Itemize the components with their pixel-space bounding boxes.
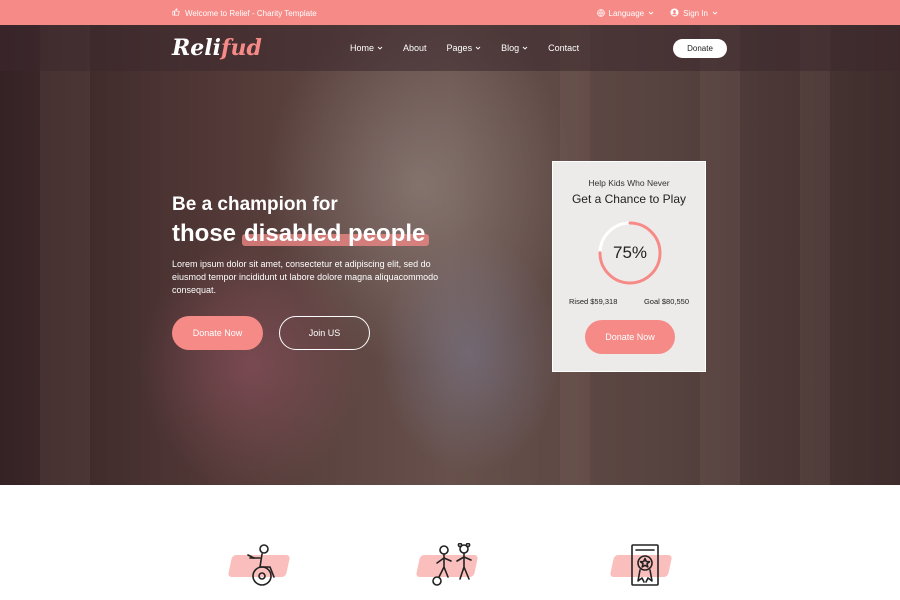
menu-label: Home bbox=[350, 43, 375, 53]
main-navbar: Reli fud Home About Pages Blog Contact bbox=[0, 25, 900, 71]
chevron-down-icon bbox=[522, 43, 528, 53]
chevron-down-icon bbox=[648, 9, 654, 18]
chevron-down-icon bbox=[475, 43, 481, 53]
kids-playing-icon bbox=[432, 543, 472, 586]
sign-in-link[interactable]: Sign In bbox=[670, 8, 718, 19]
menu-label: Pages bbox=[446, 43, 473, 53]
menu-item-home[interactable]: Home bbox=[350, 43, 383, 53]
feature-wheelchair bbox=[227, 543, 291, 593]
donation-card: Help Kids Who Never Get a Chance to Play… bbox=[552, 161, 706, 372]
menu-item-about[interactable]: About bbox=[403, 43, 427, 53]
menu-label: Contact bbox=[548, 43, 580, 53]
menu-label: Blog bbox=[501, 43, 520, 53]
card-donate-now-button[interactable]: Donate Now bbox=[585, 320, 675, 354]
globe-icon bbox=[596, 8, 605, 19]
feature-certificate bbox=[609, 543, 673, 593]
hero-banner bbox=[0, 25, 900, 485]
menu-item-contact[interactable]: Contact bbox=[548, 43, 579, 53]
welcome-text: Welcome to Relief - Charity Template bbox=[185, 8, 317, 18]
thumbs-up-icon bbox=[172, 8, 180, 18]
logo-main: Reli bbox=[172, 35, 221, 61]
hero-heading: Be a champion for those disabled people bbox=[172, 194, 430, 248]
site-logo[interactable]: Reli fud bbox=[172, 35, 262, 61]
sign-in-label: Sign In bbox=[683, 9, 708, 18]
menu-item-blog[interactable]: Blog bbox=[501, 43, 528, 53]
donate-button[interactable]: Donate bbox=[673, 39, 727, 58]
hero-title-highlight: disabled people bbox=[242, 220, 430, 248]
hero-description: Lorem ipsum dolor sit amet, consectetur … bbox=[172, 259, 439, 295]
hero-title-line2: those disabled people bbox=[172, 220, 430, 248]
goal-amount: Goal $80,550 bbox=[643, 297, 689, 306]
progress-percent: 75% bbox=[612, 243, 648, 262]
wheelchair-icon bbox=[247, 544, 275, 586]
card-title: Get a Chance to Play bbox=[571, 192, 687, 206]
highlight-text: disabled people bbox=[244, 220, 426, 247]
donate-now-button[interactable]: Donate Now bbox=[172, 316, 263, 350]
menu-item-pages[interactable]: Pages bbox=[447, 43, 482, 53]
top-bar: Welcome to Relief - Charity Template Lan… bbox=[0, 0, 900, 25]
main-menu: Home About Pages Blog Contact bbox=[350, 43, 579, 53]
chevron-down-icon bbox=[377, 43, 383, 53]
features-section bbox=[0, 485, 900, 600]
feature-kids-playing bbox=[415, 543, 479, 593]
card-subtitle: Help Kids Who Never bbox=[588, 178, 670, 188]
chevron-down-icon bbox=[712, 9, 718, 18]
language-selector[interactable]: Language bbox=[596, 8, 655, 19]
user-icon bbox=[670, 8, 679, 19]
logo-accent: fud bbox=[221, 35, 262, 61]
join-us-button[interactable]: Join US bbox=[279, 316, 370, 350]
hero-title-plain: those bbox=[172, 220, 237, 247]
language-label: Language bbox=[608, 9, 645, 18]
certificate-award-icon bbox=[631, 544, 659, 586]
raised-amount: Rised $59,318 bbox=[569, 297, 618, 306]
welcome-message: Welcome to Relief - Charity Template bbox=[172, 8, 317, 18]
hero-overlay bbox=[0, 25, 900, 485]
hero-title-line1: Be a champion for bbox=[172, 194, 338, 215]
menu-label: About bbox=[403, 43, 427, 53]
